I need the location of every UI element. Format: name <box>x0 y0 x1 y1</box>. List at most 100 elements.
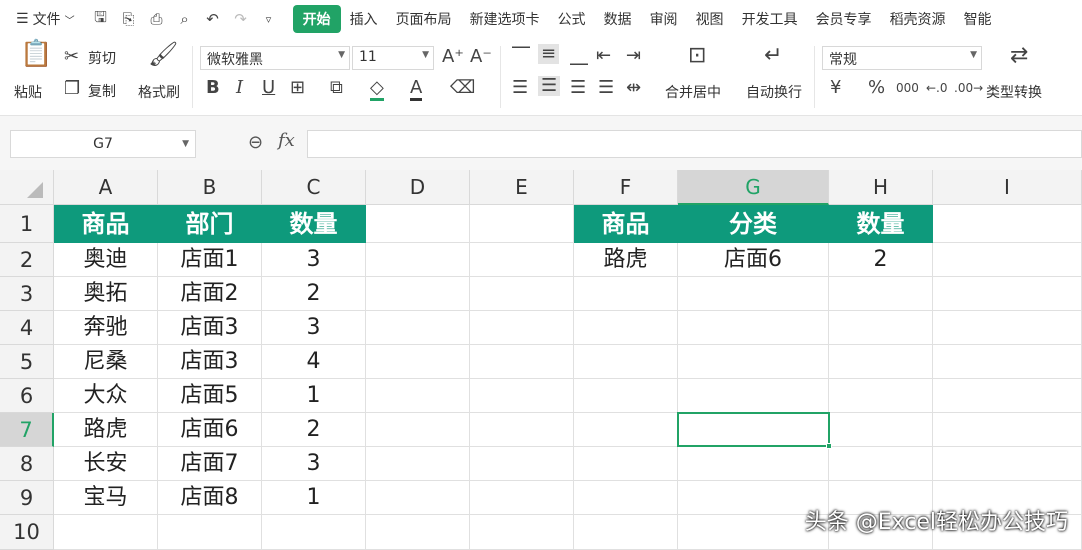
thousands-separator-icon[interactable]: 000 <box>896 78 919 98</box>
cell-G2[interactable]: 店面6 <box>678 243 829 277</box>
print-preview-icon[interactable]: ⌕ <box>175 9 195 29</box>
cell-I1[interactable] <box>933 205 1082 243</box>
row-header-3[interactable]: 3 <box>0 277 54 311</box>
clear-format-icon[interactable]: ⌫ <box>450 78 475 98</box>
cell-G6[interactable] <box>678 379 829 413</box>
column-header-A[interactable]: A <box>54 170 158 205</box>
cell-F6[interactable] <box>574 379 678 413</box>
cell-E8[interactable] <box>470 447 574 481</box>
cell-B6[interactable]: 店面5 <box>158 379 262 413</box>
column-header-G[interactable]: G <box>678 170 829 205</box>
border-icon[interactable]: ⊞ <box>290 78 305 98</box>
cell-A8[interactable]: 长安 <box>54 447 158 481</box>
cell-F5[interactable] <box>574 345 678 379</box>
cell-I6[interactable] <box>933 379 1082 413</box>
customize-chevron-icon[interactable]: ▿ <box>259 9 279 29</box>
cell-B9[interactable]: 店面8 <box>158 481 262 515</box>
percent-icon[interactable]: % <box>868 78 885 98</box>
cell-F1[interactable]: 商品 <box>574 205 678 243</box>
increase-indent-icon[interactable]: ⇥ <box>626 46 641 66</box>
cell-H2[interactable]: 2 <box>829 243 933 277</box>
row-header-5[interactable]: 5 <box>0 345 54 379</box>
export-icon[interactable]: ⎘ <box>119 9 139 29</box>
tab-3[interactable]: 新建选项卡 <box>461 9 549 29</box>
cell-G4[interactable] <box>678 311 829 345</box>
tab-0[interactable]: 开始 <box>292 5 341 33</box>
increase-decimal-icon[interactable]: ←.0 <box>926 78 948 98</box>
cell-I5[interactable] <box>933 345 1082 379</box>
cell-I3[interactable] <box>933 277 1082 311</box>
cut-button[interactable]: 剪切 <box>88 48 116 68</box>
fill-color-icon[interactable]: ◇ <box>370 78 384 101</box>
cell-E5[interactable] <box>470 345 574 379</box>
fx-icon[interactable]: fx <box>278 130 295 151</box>
decrease-font-icon[interactable]: A⁻ <box>470 47 492 67</box>
cell-F3[interactable] <box>574 277 678 311</box>
align-left-icon[interactable]: ☰ <box>512 78 528 98</box>
cell-C1[interactable]: 数量 <box>262 205 366 243</box>
column-header-C[interactable]: C <box>262 170 366 205</box>
increase-font-icon[interactable]: A⁺ <box>442 47 464 67</box>
cell-A10[interactable] <box>54 515 158 550</box>
tab-11[interactable]: 智能 <box>955 9 1001 29</box>
cell-B3[interactable]: 店面2 <box>158 277 262 311</box>
cell-C7[interactable]: 2 <box>262 413 366 447</box>
cell-B2[interactable]: 店面1 <box>158 243 262 277</box>
tab-4[interactable]: 公式 <box>549 9 595 29</box>
underline-icon[interactable]: U <box>262 78 275 98</box>
cell-D10[interactable] <box>366 515 470 550</box>
cell-F10[interactable] <box>574 515 678 550</box>
cell-I2[interactable] <box>933 243 1082 277</box>
cell-C10[interactable] <box>262 515 366 550</box>
cell-D8[interactable] <box>366 447 470 481</box>
row-header-4[interactable]: 4 <box>0 311 54 345</box>
cell-A4[interactable]: 奔驰 <box>54 311 158 345</box>
row-header-8[interactable]: 8 <box>0 447 54 481</box>
tab-5[interactable]: 数据 <box>595 9 641 29</box>
wrap-text-icon[interactable]: ↵ <box>764 45 782 67</box>
cell-A6[interactable]: 大众 <box>54 379 158 413</box>
cell-C3[interactable]: 2 <box>262 277 366 311</box>
cell-G8[interactable] <box>678 447 829 481</box>
type-convert-button[interactable]: 类型转换 <box>986 82 1042 102</box>
cell-D7[interactable] <box>366 413 470 447</box>
cell-A3[interactable]: 奥拓 <box>54 277 158 311</box>
cell-D1[interactable] <box>366 205 470 243</box>
font-size-select[interactable]: 11 ▼ <box>352 46 434 70</box>
cell-D9[interactable] <box>366 481 470 515</box>
cell-G3[interactable] <box>678 277 829 311</box>
align-top-icon[interactable]: ⎺ <box>512 46 530 66</box>
cell-B7[interactable]: 店面6 <box>158 413 262 447</box>
cell-D4[interactable] <box>366 311 470 345</box>
tab-6[interactable]: 审阅 <box>641 9 687 29</box>
column-header-F[interactable]: F <box>574 170 678 205</box>
paste-button[interactable]: 粘贴 <box>14 82 42 102</box>
tab-1[interactable]: 插入 <box>341 9 387 29</box>
cell-E7[interactable] <box>470 413 574 447</box>
name-box[interactable]: G7 ▼ <box>10 130 196 158</box>
cell-I7[interactable] <box>933 413 1082 447</box>
cell-E3[interactable] <box>470 277 574 311</box>
bold-icon[interactable]: B <box>206 78 220 98</box>
cell-G7[interactable] <box>678 413 829 447</box>
cell-E10[interactable] <box>470 515 574 550</box>
justify-icon[interactable]: ☰ <box>598 78 614 98</box>
cell-H7[interactable] <box>829 413 933 447</box>
cell-C6[interactable]: 1 <box>262 379 366 413</box>
merge-center-button[interactable]: 合并居中 <box>665 82 721 102</box>
cell-F4[interactable] <box>574 311 678 345</box>
column-header-I[interactable]: I <box>933 170 1082 205</box>
cell-E2[interactable] <box>470 243 574 277</box>
cell-F7[interactable] <box>574 413 678 447</box>
cell-G1[interactable]: 分类 <box>678 205 829 243</box>
cell-E1[interactable] <box>470 205 574 243</box>
print-icon[interactable]: ⎙ <box>147 9 167 29</box>
align-middle-icon[interactable]: ≡ <box>538 44 560 64</box>
font-color-icon[interactable]: A <box>410 78 423 101</box>
italic-icon[interactable]: I <box>236 78 243 98</box>
redo-icon[interactable]: ↷ <box>231 9 251 29</box>
cell-H6[interactable] <box>829 379 933 413</box>
cell-C5[interactable]: 4 <box>262 345 366 379</box>
cell-H5[interactable] <box>829 345 933 379</box>
cell-F9[interactable] <box>574 481 678 515</box>
